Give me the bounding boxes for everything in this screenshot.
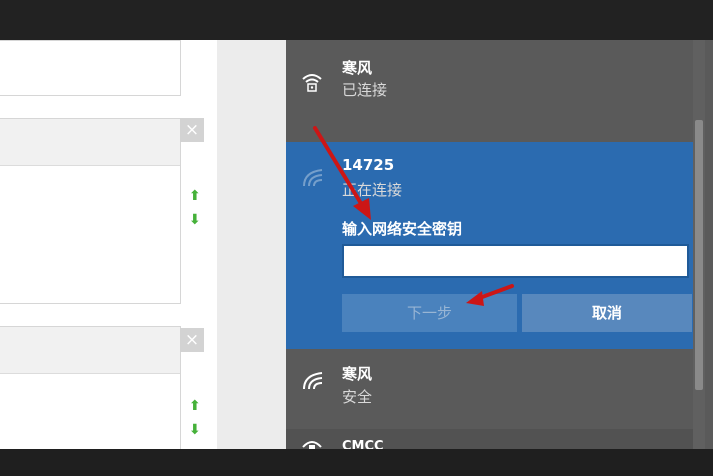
- item-card: [0, 326, 181, 451]
- card-header: [0, 327, 180, 374]
- network-item[interactable]: 寒风 安全: [286, 349, 693, 429]
- arrow-up-icon[interactable]: ⬆: [189, 188, 201, 204]
- network-name: 寒风: [342, 365, 373, 383]
- wifi-lock-icon: [302, 441, 322, 449]
- taskbar: [0, 449, 713, 476]
- security-key-input[interactable]: [342, 244, 689, 278]
- cancel-button[interactable]: 取消: [522, 294, 692, 332]
- network-name: 寒风: [342, 59, 373, 77]
- network-item[interactable]: CMCC: [286, 429, 693, 449]
- card-header: [0, 119, 180, 166]
- close-icon[interactable]: ×: [180, 118, 204, 142]
- network-name: CMCC: [342, 439, 384, 449]
- item-card: [0, 118, 181, 304]
- wifi-flyout: 寒风 已连接 14725 正在连接 输入网络安全密钥 下一步 取消 寒风 安全 …: [286, 40, 713, 449]
- arrow-down-icon[interactable]: ⬇: [189, 422, 201, 438]
- network-status: 已连接: [342, 81, 388, 99]
- close-icon[interactable]: ×: [180, 328, 204, 352]
- annotation-arrow: [466, 284, 514, 306]
- wifi-lock-icon: [302, 74, 322, 92]
- annotation-arrow: [313, 126, 371, 220]
- network-status: 安全: [342, 388, 373, 406]
- network-item[interactable]: 寒风 已连接: [286, 40, 693, 125]
- arrow-down-icon[interactable]: ⬇: [189, 212, 201, 228]
- item-card: [0, 40, 181, 96]
- scrollbar-thumb[interactable]: [695, 120, 703, 390]
- arrow-up-icon[interactable]: ⬆: [189, 398, 201, 414]
- wifi-icon: [303, 372, 323, 390]
- window-top-bar: [0, 0, 713, 40]
